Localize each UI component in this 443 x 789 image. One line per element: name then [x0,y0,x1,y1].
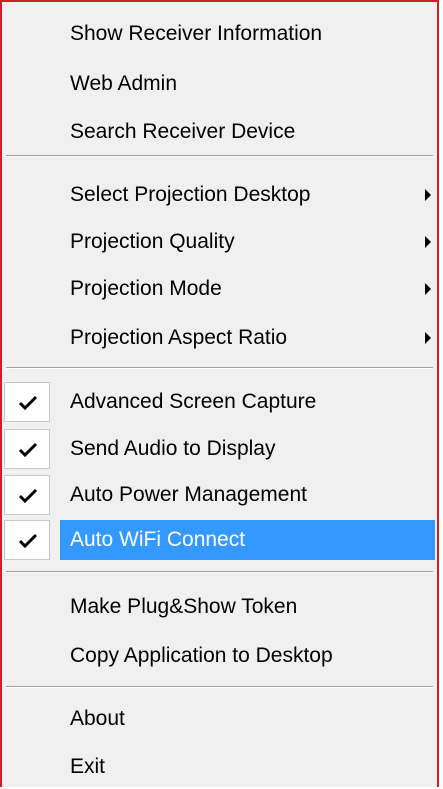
checkmark-icon [18,395,38,411]
menu-item-auto-power-management[interactable]: Auto Power Management [4,475,435,515]
menu-item-projection-quality[interactable]: Projection Quality [4,222,435,262]
menu-item-label: Send Audio to Display [70,437,276,460]
menu-item-web-admin[interactable]: Web Admin [4,64,435,104]
check-gutter [4,475,50,515]
menu-item-label: Projection Mode [70,277,222,300]
submenu-arrow-icon [425,236,431,248]
menu-item-copy-application-to-desktop[interactable]: Copy Application to Desktop [4,636,435,676]
context-menu: Show Receiver Information Web Admin Sear… [0,0,439,787]
menu-item-label: Copy Application to Desktop [70,644,333,667]
menu-item-send-audio-to-display[interactable]: Send Audio to Display [4,429,435,469]
menu-item-label: Auto WiFi Connect [70,528,246,551]
menu-item-advanced-screen-capture[interactable]: Advanced Screen Capture [4,382,435,422]
menu-item-label: Projection Aspect Ratio [70,326,288,349]
menu-item-search-receiver-device[interactable]: Search Receiver Device [4,112,435,152]
menu-item-auto-wifi-connect[interactable]: Auto WiFi Connect [4,520,435,560]
check-gutter [4,520,50,560]
menu-item-exit[interactable]: Exit [4,747,435,787]
menu-separator [6,686,433,688]
menu-item-label: Make Plug&Show Token [70,595,298,618]
checkmark-icon [18,442,38,458]
menu-item-projection-aspect-ratio[interactable]: Projection Aspect Ratio [4,318,435,358]
menu-item-show-receiver-information[interactable]: Show Receiver Information [4,14,435,54]
checkmark-icon [18,488,38,504]
checkmark-icon [18,533,38,549]
menu-item-select-projection-desktop[interactable]: Select Projection Desktop [4,175,435,215]
menu-item-label: Auto Power Management [70,483,307,506]
menu-separator [6,571,433,573]
submenu-arrow-icon [425,332,431,344]
menu-separator [6,155,433,157]
submenu-arrow-icon [425,283,431,295]
menu-separator [6,367,433,369]
submenu-arrow-icon [425,189,431,201]
check-gutter [4,382,50,422]
menu-item-label: Show Receiver Information [70,22,323,45]
menu-item-label: Exit [70,755,106,778]
menu-item-about[interactable]: About [4,699,435,739]
menu-item-label: Projection Quality [70,230,235,253]
menu-item-label: Web Admin [70,72,177,95]
menu-item-label: Select Projection Desktop [70,183,311,206]
menu-item-label: Search Receiver Device [70,120,296,143]
check-gutter [4,429,50,469]
menu-item-make-plug-show-token[interactable]: Make Plug&Show Token [4,587,435,627]
menu-item-projection-mode[interactable]: Projection Mode [4,269,435,309]
menu-item-label: Advanced Screen Capture [70,390,317,413]
menu-item-label: About [70,707,125,730]
